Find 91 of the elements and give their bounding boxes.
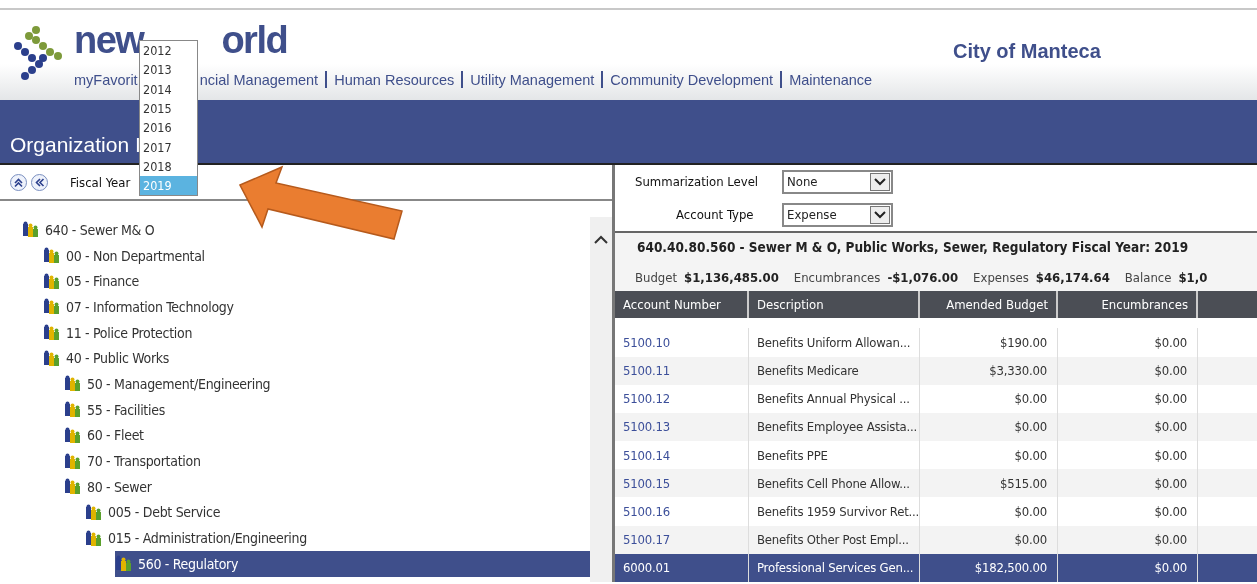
table-cell: $0.00 — [1058, 553, 1198, 582]
nav-link[interactable]: Human Resources — [334, 71, 455, 88]
people-icon — [64, 452, 81, 470]
tree-item[interactable]: 015 - Administration/Engineering — [0, 525, 590, 551]
chevron-down-icon — [874, 177, 886, 186]
table-cell: Benefits Uniform Allowan... — [749, 328, 920, 357]
summary-value: $1,136,485.00 — [684, 269, 779, 285]
table-cell: $0.00 — [920, 384, 1058, 413]
people-icon — [43, 324, 60, 342]
table-cell: $0.00 — [920, 497, 1058, 526]
chevron-down-icon — [874, 210, 886, 219]
summary-label: Balance — [1124, 269, 1172, 285]
column-header[interactable]: Encumbrances — [1058, 291, 1198, 319]
filter-label: Summarization Level — [635, 174, 760, 189]
tree-item[interactable]: 005 - Debt Service — [0, 499, 590, 526]
tree-item[interactable]: 07 - Information Technology — [0, 294, 590, 320]
table-cell: Benefits Medicare — [749, 356, 920, 385]
logo-text: orld — [221, 18, 288, 62]
table-row[interactable]: 5100.17 Benefits Other Post Empl... $0.00 $0.00 — [615, 525, 1257, 554]
summary-value: -$1,076.00 — [887, 269, 959, 285]
column-header[interactable]: Account Number — [615, 291, 749, 319]
nav-link[interactable]: Utility Management — [470, 71, 595, 88]
people-icon — [85, 503, 102, 521]
tree-item[interactable]: 11 - Police Protection — [0, 319, 590, 346]
people-icon — [85, 529, 102, 547]
account-link[interactable]: 5100.11 — [615, 356, 749, 385]
nav-link[interactable]: Maintenance — [789, 71, 873, 88]
nav-link[interactable]: Community Development — [610, 71, 774, 88]
summary-value: $1,0 — [1178, 269, 1208, 285]
tree-item[interactable]: 00 - Non Departmental — [0, 242, 590, 269]
people-icon — [43, 247, 60, 265]
people-icon — [22, 221, 39, 239]
page-title: Organization I — [10, 133, 141, 157]
table-cell: Benefits Other Post Empl... — [749, 525, 920, 554]
table-row[interactable]: 5100.15 Benefits Cell Phone Allow... $515.00 $0.00 — [615, 469, 1257, 498]
table-cell: Benefits Annual Physical ... — [749, 384, 920, 413]
table-row[interactable]: 5100.13 Benefits Employee Assista... $0.00 $0.00 — [615, 412, 1257, 442]
people-icon — [64, 375, 81, 393]
table-row[interactable]: 5100.11 Benefits Medicare $3,330.00 $0.00 — [615, 356, 1257, 385]
column-header[interactable]: Description — [749, 291, 920, 319]
table-cell: $3,330.00 — [920, 356, 1058, 385]
table-cell: Benefits 1959 Survivor Ret... — [749, 497, 920, 526]
table-cell: $190.00 — [920, 328, 1058, 357]
summary-label: Encumbrances — [793, 269, 881, 285]
filter-select[interactable]: Expense — [782, 202, 893, 227]
tree-item[interactable]: 560 - Regulatory — [115, 550, 590, 577]
account-link[interactable]: 5100.12 — [615, 384, 749, 413]
tree-item[interactable]: 80 - Sewer — [0, 473, 590, 500]
tree-item[interactable]: 40 - Public Works — [0, 345, 590, 372]
fiscal-year-label: Fiscal Year — [70, 174, 131, 190]
account-link[interactable]: 5100.17 — [615, 525, 749, 554]
tree-item[interactable]: 640 - Sewer M& O — [0, 217, 590, 243]
people-icon — [64, 426, 81, 444]
account-link[interactable]: 6000.01 — [615, 553, 749, 582]
account-link[interactable]: 5100.10 — [615, 328, 749, 357]
collapse-left-button[interactable] — [31, 173, 48, 191]
nav-link[interactable]: ncial Management — [199, 71, 319, 88]
tree-item[interactable]: 55 - Facilities — [0, 396, 590, 423]
people-icon — [64, 401, 81, 419]
table-cell: $0.00 — [1058, 356, 1198, 385]
people-icon — [43, 298, 60, 316]
table-row[interactable]: 6000.01 Professional Services Gen... $182,500.00 $0.00 — [615, 553, 1257, 582]
summary-label: Budget — [635, 269, 678, 285]
tree-item[interactable]: 60 - Fleet — [0, 422, 590, 449]
summary-value: $46,174.64 — [1035, 269, 1110, 285]
account-link[interactable]: 5100.16 — [615, 497, 749, 526]
collapse-all-button[interactable] — [10, 173, 27, 191]
filter-select[interactable]: None — [782, 169, 893, 194]
city-name: City of Manteca — [953, 40, 1101, 63]
detail-title: 640.40.80.560 - Sewer M & O, Public Works, Sewer, Regulatory Fiscal Year: 2019 — [637, 239, 1190, 258]
table-cell: Professional Services Gen... — [749, 553, 920, 582]
table-cell: $0.00 — [1058, 384, 1198, 413]
tree-item[interactable]: 05 - Finance — [0, 268, 590, 295]
scroll-up-icon[interactable] — [594, 235, 608, 244]
table-cell: $0.00 — [1058, 328, 1198, 357]
nav-link[interactable]: myFavorit — [74, 71, 138, 88]
people-icon — [115, 555, 132, 573]
people-icon — [64, 478, 81, 496]
table-cell: $0.00 — [1058, 525, 1198, 554]
people-icon — [43, 272, 60, 290]
summary-label: Expenses — [973, 269, 1029, 285]
double-chevron-up-icon — [13, 176, 24, 188]
table-cell: $0.00 — [1058, 497, 1198, 526]
tree-item[interactable]: 50 - Management/Engineering — [0, 371, 590, 397]
table-cell: $182,500.00 — [920, 553, 1058, 582]
people-icon — [43, 349, 60, 367]
column-header[interactable]: Amended Budget — [920, 291, 1058, 319]
filter-label: Account Type — [676, 207, 755, 223]
double-chevron-left-icon — [34, 176, 45, 188]
table-cell: $0.00 — [920, 525, 1058, 554]
tree-item[interactable]: 70 - Transportation — [0, 448, 590, 474]
